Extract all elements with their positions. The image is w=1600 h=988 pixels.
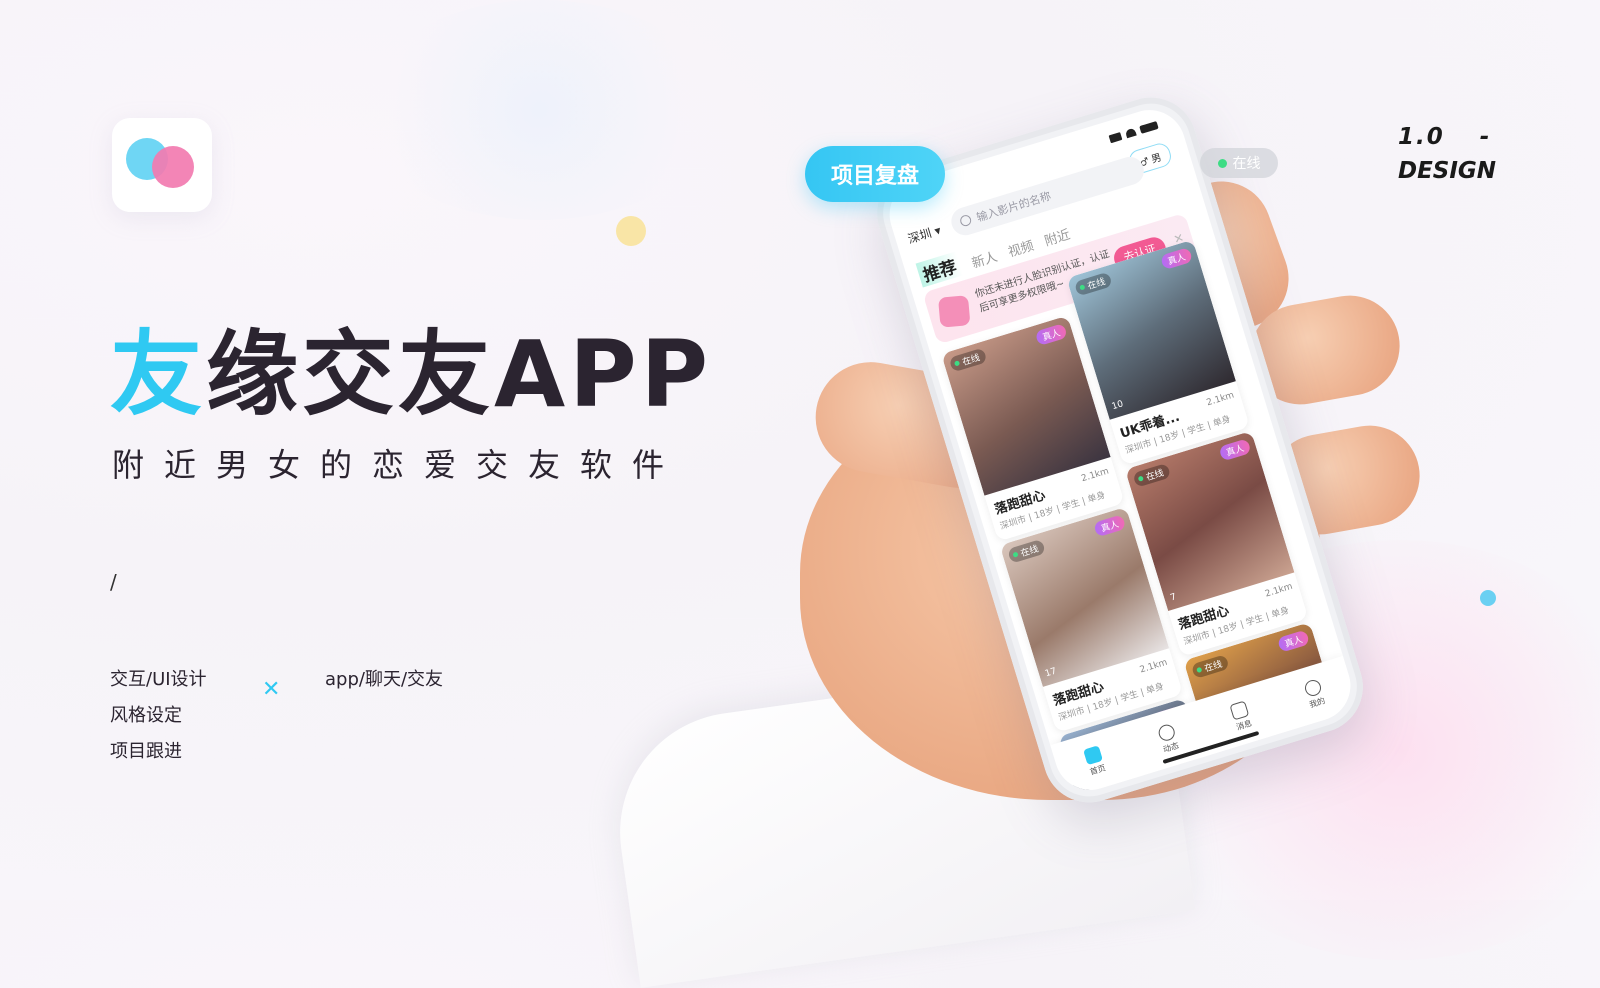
hero-title-accent: 友 (110, 321, 207, 428)
cross-icon: ✕ (262, 677, 281, 702)
compass-icon (1156, 722, 1177, 743)
verified-badge: 真人 (1218, 438, 1252, 462)
meta-style: 风格设定 (110, 705, 182, 726)
city-selector[interactable]: 深圳 ▾ (906, 221, 943, 247)
message-icon (1229, 699, 1250, 720)
verified-badge: 真人 (1276, 629, 1310, 653)
wifi-icon (1124, 127, 1137, 139)
background-glow-blue (360, 0, 720, 220)
photo-count: 7 (1169, 592, 1178, 604)
online-badge: 在线 (1073, 271, 1113, 297)
hero-subtitle: 附近男女的恋爱交友软件 (112, 446, 685, 484)
nav-home[interactable]: 首页 (1083, 744, 1107, 777)
nav-messages-label: 消息 (1235, 718, 1253, 732)
decorative-dot-blue (1480, 590, 1496, 606)
home-icon (1083, 744, 1104, 765)
divider-slash: / (110, 570, 117, 594)
logo-bubble-pink-icon (152, 146, 194, 188)
nav-home-label: 首页 (1088, 762, 1107, 777)
hero-title: 友缘交友APP (110, 300, 712, 433)
nav-moments[interactable]: 动态 (1156, 722, 1180, 754)
online-badge: 在线 (1190, 654, 1230, 680)
decorative-dot-yellow (616, 216, 646, 246)
signal-icon (1108, 132, 1123, 144)
verify-badge-icon (937, 295, 971, 328)
photo-count: 17 (1043, 666, 1058, 680)
nav-profile[interactable]: 我的 (1302, 677, 1327, 710)
meta-category: app/聊天/交友 (325, 669, 444, 690)
online-status-label: 在线 (1232, 156, 1261, 172)
tab-nearby[interactable]: 附近 (1042, 224, 1072, 250)
photo-count: 10 (1110, 399, 1125, 413)
version-design: DESIGN (1398, 158, 1497, 184)
verified-badge: 真人 (1034, 323, 1068, 347)
nav-profile-label: 我的 (1308, 695, 1327, 710)
status-bar (1108, 120, 1159, 144)
version-label: 1.0 - DESIGN (1398, 120, 1496, 188)
nav-messages[interactable]: 消息 (1229, 699, 1253, 732)
project-review-label: 项目复盘 (805, 146, 945, 202)
smile-icon (1302, 677, 1323, 698)
online-status-pill: 在线 (1200, 148, 1278, 178)
version-number: 1.0 - (1398, 124, 1492, 150)
verified-badge: 真人 (1093, 514, 1127, 538)
search-placeholder: 输入影片的名称 (975, 189, 1053, 225)
online-dot-icon (1217, 158, 1227, 168)
search-icon (958, 213, 973, 228)
tab-video[interactable]: 视频 (1005, 235, 1035, 261)
battery-icon (1139, 120, 1159, 134)
meta-design-type: 交互/UI设计 (110, 669, 207, 690)
meta-follow-up: 项目跟进 (110, 741, 182, 762)
online-badge: 在线 (948, 347, 988, 373)
app-logo (112, 118, 212, 212)
online-badge: 在线 (1132, 462, 1172, 488)
online-badge: 在线 (1007, 538, 1046, 564)
nav-moments-label: 动态 (1161, 740, 1180, 754)
hero-title-rest: 缘交友APP (206, 321, 713, 428)
tab-new[interactable]: 新人 (969, 246, 999, 272)
verified-badge: 真人 (1159, 247, 1194, 271)
